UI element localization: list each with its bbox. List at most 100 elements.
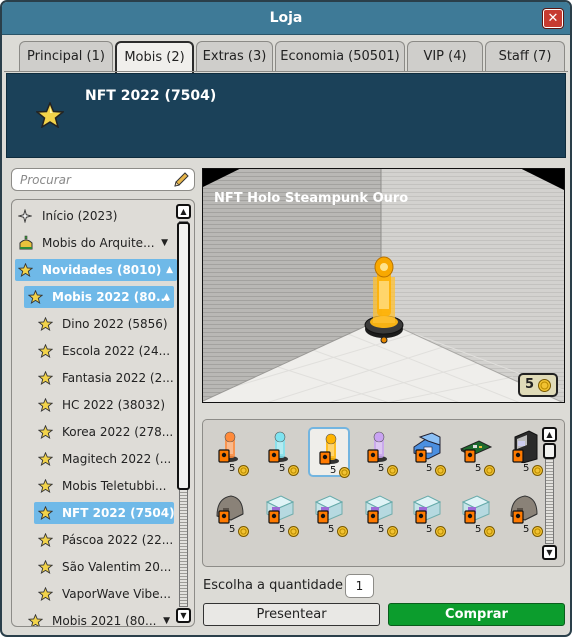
star-icon (37, 451, 54, 473)
price-value: 5 (525, 377, 535, 392)
tab-staff[interactable]: Staff (7) (485, 41, 565, 72)
item-price: 5 (523, 524, 530, 535)
star-icon (37, 316, 54, 338)
search-box (11, 168, 195, 191)
grid-scroll-down-button[interactable]: ▼ (542, 545, 557, 560)
tree-item[interactable]: Mobis 2022 (80... ▲ (24, 286, 174, 308)
tree-scrollbar[interactable]: ▲ ▼ (176, 204, 191, 623)
star-icon (27, 613, 44, 626)
tree-item-label: Korea 2022 (278... (62, 425, 174, 439)
tree-item-label: Novidades (8010) (42, 263, 162, 277)
tree-item[interactable]: Magitech 2022 (... (37, 448, 174, 473)
tab-divider (4, 71, 568, 72)
buy-button[interactable]: Comprar (388, 603, 565, 626)
collapse-arrow-icon[interactable]: ▲ (166, 259, 173, 281)
catalog-item[interactable]: 5 (406, 488, 448, 538)
catalog-item[interactable]: 5 (209, 427, 251, 477)
tree-item[interactable]: Mobis do Arquite... ▼ (18, 232, 172, 254)
star-icon (37, 559, 54, 581)
collapse-arrow-icon[interactable]: ▲ (163, 286, 170, 308)
page-header: NFT 2022 (7504) (6, 73, 566, 158)
tree-item[interactable]: Início (2023) (17, 205, 172, 227)
search-input[interactable] (20, 172, 170, 188)
catalog-item[interactable]: 5 (259, 488, 301, 538)
catalog-item[interactable]: 5 (503, 488, 545, 538)
tree-item-label: VaporWave Vibe... (62, 587, 171, 601)
tree-item-label: Mobis 2021 (80... (52, 614, 157, 627)
expand-arrow-icon[interactable]: ▼ (161, 232, 168, 254)
tree-item[interactable]: Korea 2022 (278... (37, 421, 174, 446)
tab-principal[interactable]: Principal (1) (19, 41, 113, 72)
tree-item[interactable]: Fantasia 2022 (2... (37, 367, 174, 389)
catalog-item[interactable]: 5 (308, 488, 350, 538)
tab-economia[interactable]: Economia (50501) (275, 41, 405, 72)
star-icon (37, 424, 54, 446)
tree-item-label: Escola 2022 (24... (62, 344, 171, 358)
quantity-input[interactable]: 1 (345, 574, 374, 598)
tree-item[interactable]: Escola 2022 (24... (37, 340, 174, 365)
catalog-item[interactable]: 5 (209, 488, 251, 538)
catalog-item[interactable]: 5 (455, 488, 497, 538)
star-icon (27, 289, 44, 311)
item-price: 5 (475, 524, 482, 535)
tab-vip[interactable]: VIP (4) (407, 41, 483, 72)
category-tree: Início (2023) Mobis do Arquite... ▼ Novidad… (11, 199, 195, 627)
scroll-down-button[interactable]: ▼ (176, 608, 191, 623)
item-price: 5 (378, 524, 385, 535)
gift-button[interactable]: Presentear (203, 603, 380, 626)
item-price: 5 (229, 463, 236, 474)
tree-item[interactable]: São Valentim 20... (37, 556, 174, 581)
title-bar[interactable]: Loja ✕ (2, 2, 570, 35)
star-icon (37, 478, 54, 500)
tree-item-label: Dino 2022 (5856) (62, 317, 168, 331)
tab-mobis[interactable]: Mobis (2) (115, 41, 194, 73)
item-price: 5 (328, 524, 335, 535)
catalog-item[interactable]: 5 (259, 427, 301, 477)
tree-item-label: HC 2022 (38032) (62, 398, 166, 412)
coin-icon (435, 526, 446, 540)
tree-item[interactable]: Páscoa 2022 (22... (37, 529, 174, 551)
coin-icon (238, 526, 249, 540)
pencil-icon[interactable] (173, 172, 189, 191)
tab-extras[interactable]: Extras (3) (196, 41, 273, 72)
tree-item-label: NFT 2022 (7504) (62, 506, 175, 520)
catalog-item[interactable]: 5 (455, 427, 497, 477)
tree-item[interactable]: Mobis Teletubbi... (37, 475, 174, 500)
tree-item-label: Mobis do Arquite... (42, 236, 155, 250)
catalog-item[interactable]: 5 (358, 427, 400, 477)
tree-item[interactable]: Mobis 2021 (80... ▼ (27, 610, 174, 627)
catalog-item[interactable]: 5 (406, 427, 448, 477)
scroll-up-button[interactable]: ▲ (176, 204, 191, 219)
coin-icon (288, 526, 299, 540)
coin-icon (538, 379, 551, 399)
tree-item[interactable]: HC 2022 (38032) (37, 394, 174, 419)
catalog-item[interactable]: 5 (358, 488, 400, 538)
tree-item[interactable]: Novidades (8010) ▲ (15, 259, 177, 281)
catalog-item[interactable]: 5 (308, 427, 350, 478)
grid-scroll-thumb[interactable] (543, 443, 556, 459)
star-icon (37, 586, 54, 608)
item-price: 5 (330, 465, 337, 476)
tree-item[interactable]: NFT 2022 (7504) (34, 502, 175, 524)
grid-scrollbar[interactable]: ▲ ▼ (542, 427, 557, 560)
tree-item[interactable]: VaporWave Vibe... (37, 583, 174, 608)
star-icon (37, 343, 54, 365)
price-badge: 5 (518, 373, 558, 397)
catalog-item[interactable]: 5 (503, 427, 545, 477)
coin-icon (435, 465, 446, 479)
page-title: NFT 2022 (7504) (85, 88, 217, 104)
tree-item-label: Páscoa 2022 (22... (62, 533, 174, 547)
coin-icon (484, 465, 495, 479)
item-grid: 5 5 5 5 5 5 5 5 5 5 5 5 5 5 ▲ ▼ (202, 419, 565, 567)
tree-item[interactable]: Dino 2022 (5856) (37, 313, 174, 338)
tree-item-label: Início (2023) (42, 209, 118, 223)
expand-arrow-icon[interactable]: ▼ (163, 610, 170, 626)
item-price: 5 (475, 463, 482, 474)
coin-icon (337, 526, 348, 540)
coin-icon (288, 465, 299, 479)
scroll-thumb[interactable] (177, 222, 190, 490)
close-button[interactable]: ✕ (543, 9, 563, 28)
grid-scroll-up-button[interactable]: ▲ (542, 427, 557, 442)
star-icon (37, 397, 54, 419)
item-price: 5 (523, 463, 530, 474)
